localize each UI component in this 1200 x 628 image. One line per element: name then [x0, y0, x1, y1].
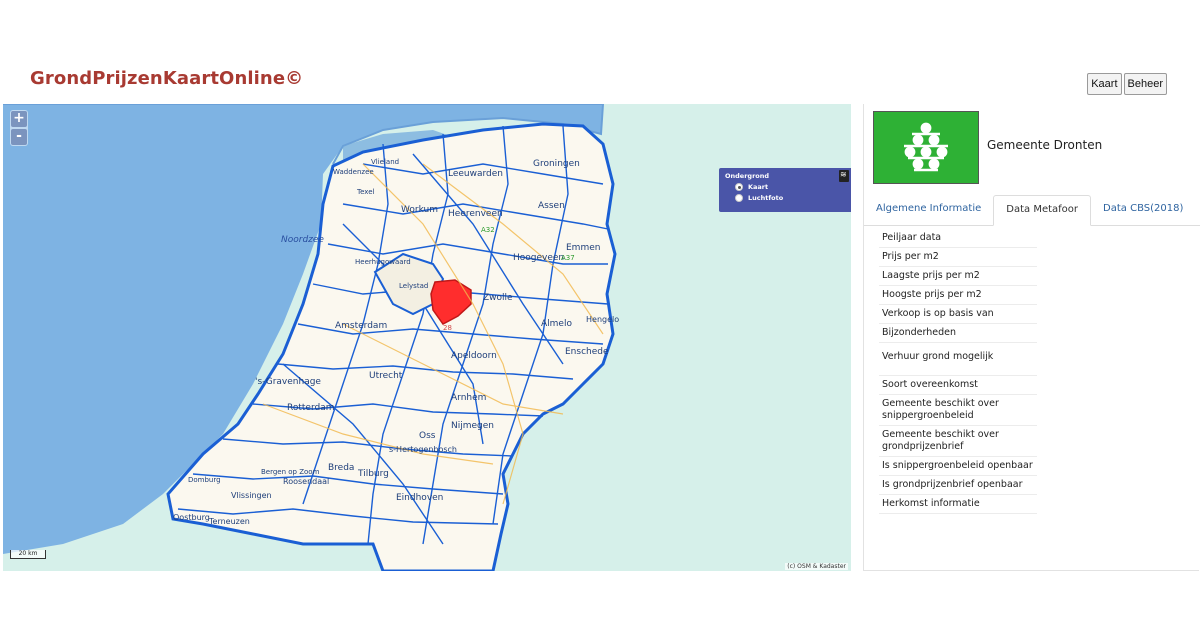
layer-switcher-title: Ondergrond	[725, 172, 770, 180]
radio-kaart[interactable]	[735, 183, 743, 191]
radio-luchtfoto[interactable]	[735, 194, 743, 202]
lelystad-label: Lelystad	[399, 282, 428, 290]
municipality-name: Gemeente Dronten	[987, 138, 1103, 152]
field-snippergroen-openbaar: Is snippergroenbeleid openbaar	[879, 457, 1037, 476]
nijmegen-label: Nijmegen	[451, 421, 494, 431]
field-peiljaar: Peiljaar data	[879, 229, 1037, 248]
domburg-label: Domburg	[188, 476, 221, 484]
apeldoorn-label: Apeldoorn	[451, 351, 497, 361]
field-verhuur: Verhuur grond mogelijk	[879, 343, 1037, 376]
field-snippergroenbeleid: Gemeente beschikt over snippergroenbelei…	[879, 395, 1037, 426]
denhaag-label: 's-Gravenhage	[255, 377, 321, 387]
waddenzee-label: Waddenzee	[333, 168, 374, 176]
layer-option-kaart[interactable]: Kaart	[735, 183, 845, 191]
arnhem-label: Arnhem	[451, 393, 486, 403]
eindhoven-label: Eindhoven	[396, 493, 443, 503]
heerenveen-label: Heerenveen	[448, 209, 503, 219]
texel-label: Texel	[356, 188, 375, 196]
layer-option-label: Kaart	[748, 183, 769, 191]
rotterdam-label: Rotterdam	[287, 403, 335, 413]
layers-icon[interactable]	[839, 170, 849, 182]
field-verkoop-basis: Verkoop is op basis van	[879, 305, 1037, 324]
sHertogenbosch-label: s-Hertogenbosch	[389, 445, 457, 454]
terneuzen-label: Terneuzen	[208, 517, 250, 526]
dronten-coat-icon	[903, 121, 949, 172]
oostburg-label: Oostburg	[173, 513, 210, 522]
sea-label: Noordzee	[281, 235, 324, 245]
field-bijzonderheden: Bijzonderheden	[879, 324, 1037, 343]
assen-label: Assen	[538, 201, 565, 211]
municipality-flag	[873, 111, 979, 184]
layer-option-luchtfoto[interactable]: Luchtfoto	[735, 194, 845, 202]
tab-data-cbs[interactable]: Data CBS(2018)	[1091, 195, 1195, 226]
heerhugowaard-label: Heerhugowaard	[355, 258, 411, 266]
panel-tabs: Algemene Informatie Data Metafoor Data C…	[864, 195, 1200, 226]
vlissingen-label: Vlissingen	[231, 491, 272, 500]
layer-switcher: Ondergrond Kaart Luchtfoto	[719, 168, 851, 212]
roosendaal-label: Roosendaal	[283, 477, 329, 486]
a37-road-label: A37	[561, 254, 575, 262]
field-soort-overeenkomst: Soort overeenkomst	[879, 376, 1037, 395]
hoogeveen-label: Hoogeveen	[513, 253, 564, 263]
field-list: Peiljaar data Prijs per m2 Laagste prijs…	[879, 229, 1037, 514]
breda-label: Breda	[328, 463, 354, 473]
field-grondprijzenbrief-openbaar: Is grondprijzenbrief openbaar	[879, 476, 1037, 495]
hengelo-label: Hengelo	[586, 315, 619, 324]
field-grondprijzenbrief: Gemeente beschikt over grondprijzenbrief	[879, 426, 1037, 457]
layer-option-label: Luchtfoto	[748, 194, 784, 202]
groningen-label: Groningen	[533, 159, 580, 169]
vlieland-label: Vlieland	[371, 158, 399, 166]
oss-label: Oss	[419, 431, 436, 441]
tilburg-label: Tilburg	[357, 469, 389, 479]
workum-label: Workum	[401, 205, 438, 215]
zwolle-label: Zwolle	[483, 293, 513, 303]
beheer-button[interactable]: Beheer	[1123, 73, 1167, 95]
a28-road-label: 28	[443, 324, 452, 332]
field-herkomst: Herkomst informatie	[879, 495, 1037, 514]
a32-road-label: A32	[481, 226, 495, 234]
utrecht-label: Utrecht	[369, 371, 403, 381]
tab-data-metafoor[interactable]: Data Metafoor	[993, 195, 1092, 226]
emmen-label: Emmen	[566, 243, 600, 253]
info-panel: Gemeente Dronten Algemene Informatie Dat…	[863, 104, 1200, 571]
bergen-label: Bergen op Zoom	[261, 468, 320, 476]
leeuwarden-label: Leeuwarden	[448, 169, 503, 179]
enschede-label: Enschede	[565, 347, 609, 357]
zoom-control: + -	[10, 110, 28, 146]
top-button-group: Kaart Beheer	[1087, 73, 1167, 95]
zoom-in-button[interactable]: +	[11, 111, 27, 127]
almelo-label: Almelo	[541, 319, 572, 329]
map-attribution: (c) OSM & Kadaster	[785, 563, 848, 570]
tab-algemene-informatie[interactable]: Algemene Informatie	[864, 195, 993, 226]
scale-bar: 20 km	[10, 550, 46, 559]
field-laagste-prijs: Laagste prijs per m2	[879, 267, 1037, 286]
amsterdam-label: Amsterdam	[335, 321, 387, 331]
field-hoogste-prijs: Hoogste prijs per m2	[879, 286, 1037, 305]
map-view[interactable]: Noordzee Waddenzee Vlieland Texel Leeuwa…	[3, 104, 851, 571]
zoom-out-button[interactable]: -	[11, 129, 27, 145]
kaart-button[interactable]: Kaart	[1087, 73, 1122, 95]
app-title: GrondPrijzenKaartOnline©	[30, 68, 304, 89]
field-prijs: Prijs per m2	[879, 248, 1037, 267]
